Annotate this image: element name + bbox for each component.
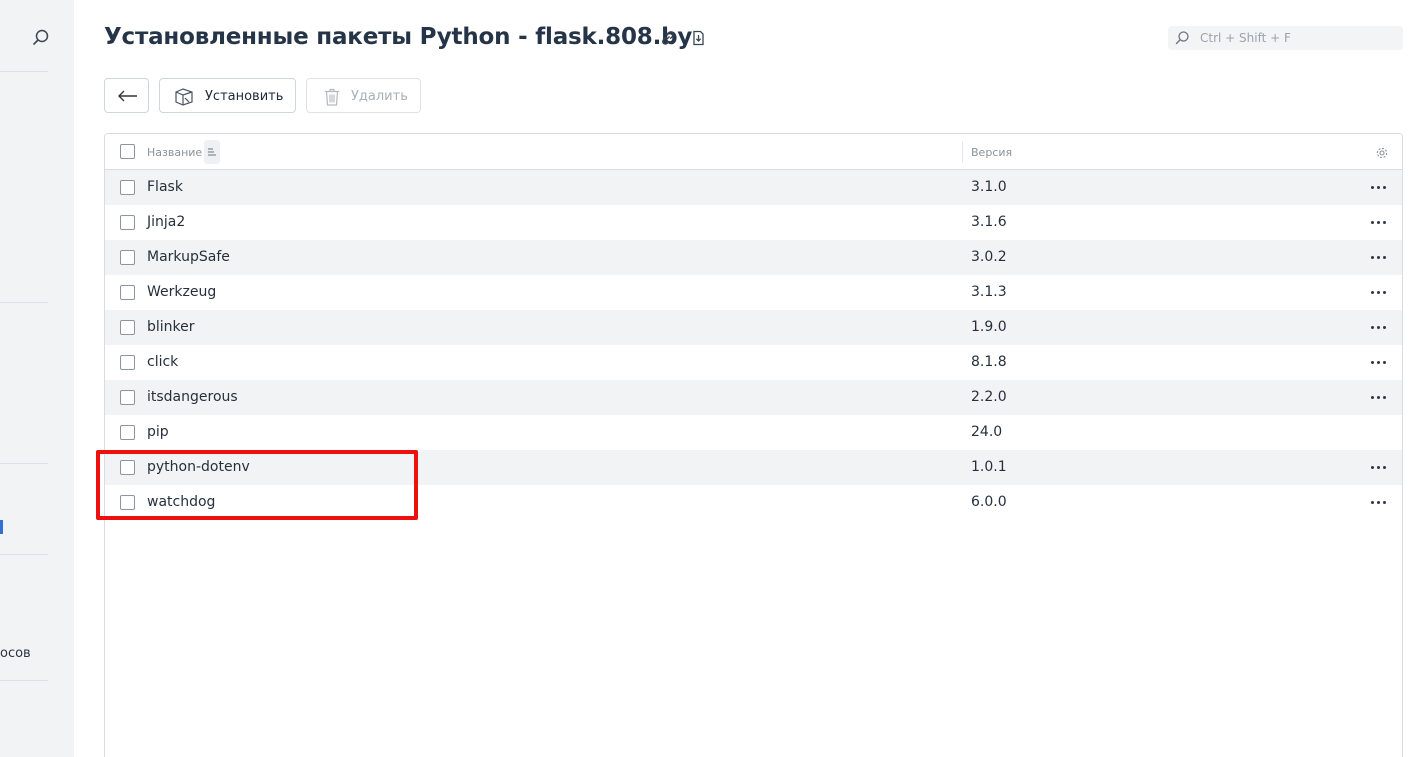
- search-placeholder: Ctrl + Shift + F: [1200, 31, 1291, 45]
- table-row[interactable]: Werkzeug 3.1.3: [105, 275, 1402, 310]
- sort-icon[interactable]: [204, 140, 220, 164]
- sidebar: осов: [0, 0, 74, 757]
- package-version: 3.1.3: [971, 284, 1007, 300]
- package-version: 8.1.8: [971, 354, 1007, 370]
- delete-button[interactable]: Удалить: [306, 78, 421, 113]
- trash-icon: [322, 87, 342, 107]
- more-options-icon[interactable]: [1369, 179, 1389, 195]
- package-name: MarkupSafe: [147, 249, 230, 265]
- table-row[interactable]: itsdangerous 2.2.0: [105, 380, 1402, 415]
- sidebar-divider: [0, 302, 48, 303]
- package-name: Flask: [147, 179, 183, 195]
- table-row[interactable]: pip 24.0: [105, 415, 1402, 450]
- table-row[interactable]: MarkupSafe 3.0.2: [105, 240, 1402, 275]
- row-checkbox[interactable]: [120, 250, 135, 265]
- install-button[interactable]: Установить: [159, 78, 296, 113]
- more-options-icon[interactable]: [1369, 459, 1389, 475]
- sidebar-divider: [0, 554, 48, 555]
- delete-button-label: Удалить: [351, 89, 408, 104]
- row-checkbox[interactable]: [120, 320, 135, 335]
- more-options-icon[interactable]: [1369, 354, 1389, 370]
- more-options-icon[interactable]: [1369, 284, 1389, 300]
- package-name: blinker: [147, 319, 195, 335]
- back-button[interactable]: [104, 78, 149, 113]
- package-name: pip: [147, 424, 169, 440]
- export-icon[interactable]: [689, 29, 707, 47]
- sidebar-active-marker: [0, 520, 3, 534]
- row-checkbox[interactable]: [120, 355, 135, 370]
- package-version: 2.2.0: [971, 389, 1007, 405]
- row-checkbox[interactable]: [120, 285, 135, 300]
- package-version: 3.1.0: [971, 179, 1007, 195]
- sidebar-divider: [0, 463, 48, 464]
- link-icon[interactable]: [659, 29, 677, 47]
- more-options-icon[interactable]: [1369, 319, 1389, 335]
- package-version: 24.0: [971, 424, 1003, 440]
- column-separator[interactable]: [962, 142, 963, 162]
- sidebar-item-label[interactable]: осов: [0, 646, 31, 661]
- column-header-name[interactable]: Название: [147, 146, 202, 159]
- sidebar-divider: [0, 71, 48, 72]
- table-header: Название Версия: [105, 134, 1402, 170]
- package-version: 6.0.0: [971, 494, 1007, 510]
- sidebar-divider: [0, 680, 48, 681]
- packages-table: Название Версия Flask 3.1.0 Jinja2 3.1.6 Mar…: [104, 133, 1403, 757]
- column-header-version[interactable]: Версия: [971, 146, 1012, 159]
- table-row[interactable]: Flask 3.1.0: [105, 170, 1402, 205]
- search-icon: [1174, 30, 1190, 46]
- global-search-input[interactable]: Ctrl + Shift + F: [1168, 26, 1403, 50]
- package-version: 1.9.0: [971, 319, 1007, 335]
- highlight-box: [96, 450, 418, 520]
- more-options-icon[interactable]: [1369, 249, 1389, 265]
- row-checkbox[interactable]: [120, 390, 135, 405]
- package-name: itsdangerous: [147, 389, 238, 405]
- more-options-icon[interactable]: [1369, 389, 1389, 405]
- page-title: Установленные пакеты Python - flask.808.…: [104, 24, 693, 50]
- more-options-icon[interactable]: [1369, 494, 1389, 510]
- package-version: 3.1.6: [971, 214, 1007, 230]
- table-row[interactable]: blinker 1.9.0: [105, 310, 1402, 345]
- package-name: Jinja2: [147, 214, 186, 230]
- package-install-icon: [174, 87, 194, 107]
- package-name: click: [147, 354, 179, 370]
- table-row[interactable]: Jinja2 3.1.6: [105, 205, 1402, 240]
- row-checkbox[interactable]: [120, 215, 135, 230]
- table-row[interactable]: click 8.1.8: [105, 345, 1402, 380]
- gear-icon[interactable]: [1375, 145, 1389, 159]
- search-icon[interactable]: [31, 28, 51, 48]
- package-version: 1.0.1: [971, 459, 1007, 475]
- package-version: 3.0.2: [971, 249, 1007, 265]
- package-name: Werkzeug: [147, 284, 217, 300]
- arrow-left-icon: [117, 87, 139, 105]
- more-options-icon[interactable]: [1369, 214, 1389, 230]
- row-checkbox[interactable]: [120, 180, 135, 195]
- install-button-label: Установить: [205, 89, 284, 104]
- select-all-checkbox[interactable]: [120, 144, 135, 159]
- row-checkbox[interactable]: [120, 425, 135, 440]
